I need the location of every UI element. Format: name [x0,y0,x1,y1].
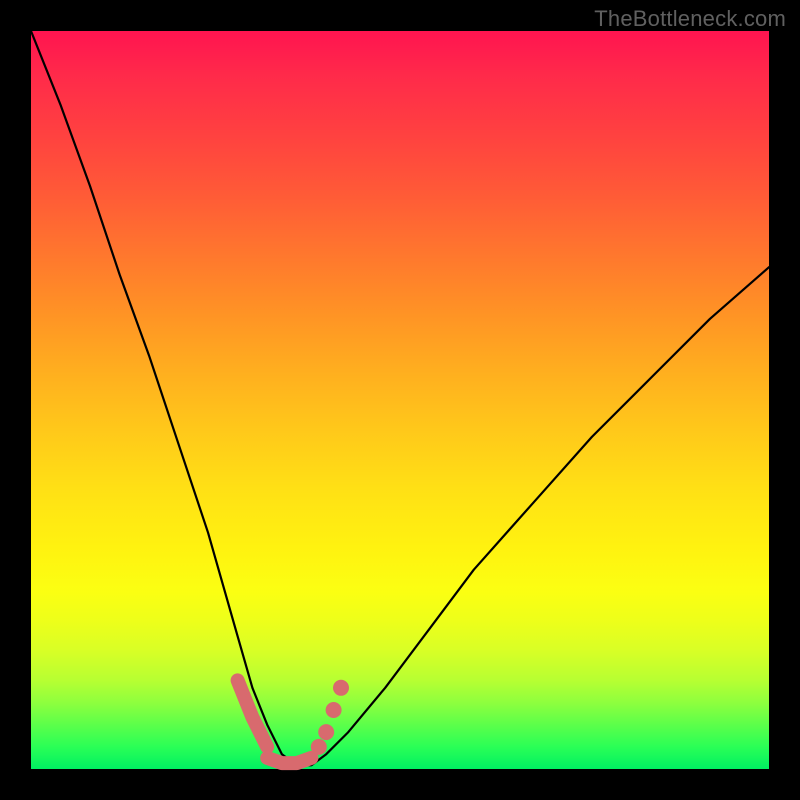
watermark-text: TheBottleneck.com [594,6,786,32]
plot-area [31,31,769,769]
marker-floor-segment [267,758,311,763]
bottleneck-curve [31,31,769,765]
chart-stage: TheBottleneck.com [0,0,800,800]
marker-dot [311,739,327,755]
curve-layer [31,31,769,769]
marker-dot [326,702,342,718]
marker-right-dots [311,680,349,755]
marker-dot [333,680,349,696]
marker-dot [318,724,334,740]
